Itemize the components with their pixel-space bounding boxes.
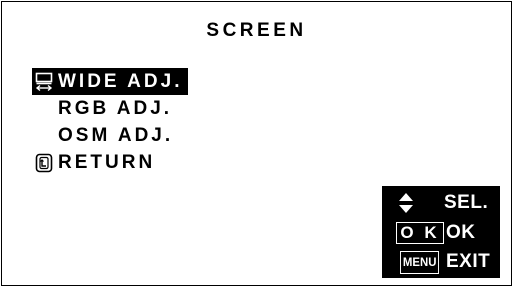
menu-item-label: WIDE ADJ. [58, 71, 183, 92]
menu-item-label: RGB ADJ. [58, 98, 173, 119]
menu-item-wide-adj[interactable]: WIDE ADJ. [32, 68, 189, 95]
wide-adjust-icon [32, 68, 56, 95]
key-guide: SEL. O K OK MENU EXIT [382, 186, 500, 278]
key-guide-exit: MENU EXIT [382, 248, 500, 276]
ok-label: OK [446, 222, 476, 243]
exit-label: EXIT [446, 251, 491, 272]
menu-item-osm-adj[interactable]: OSM ADJ. [32, 122, 188, 149]
up-down-arrows-icon [386, 190, 426, 216]
key-guide-ok: O K OK [382, 219, 500, 247]
ok-key: O K [396, 222, 444, 244]
menu-item-label: RETURN [58, 152, 156, 173]
return-icon [32, 149, 56, 176]
screen-menu: WIDE ADJ. RGB ADJ. OSM ADJ. RETURN [32, 68, 189, 176]
select-label: SEL. [444, 192, 489, 213]
menu-item-return[interactable]: RETURN [32, 149, 188, 176]
menu-item-label: OSM ADJ. [58, 125, 174, 146]
page-title: SCREEN [206, 20, 307, 41]
menu-item-rgb-adj[interactable]: RGB ADJ. [32, 95, 188, 122]
key-guide-select: SEL. [382, 189, 500, 217]
menu-key: MENU [400, 250, 440, 274]
